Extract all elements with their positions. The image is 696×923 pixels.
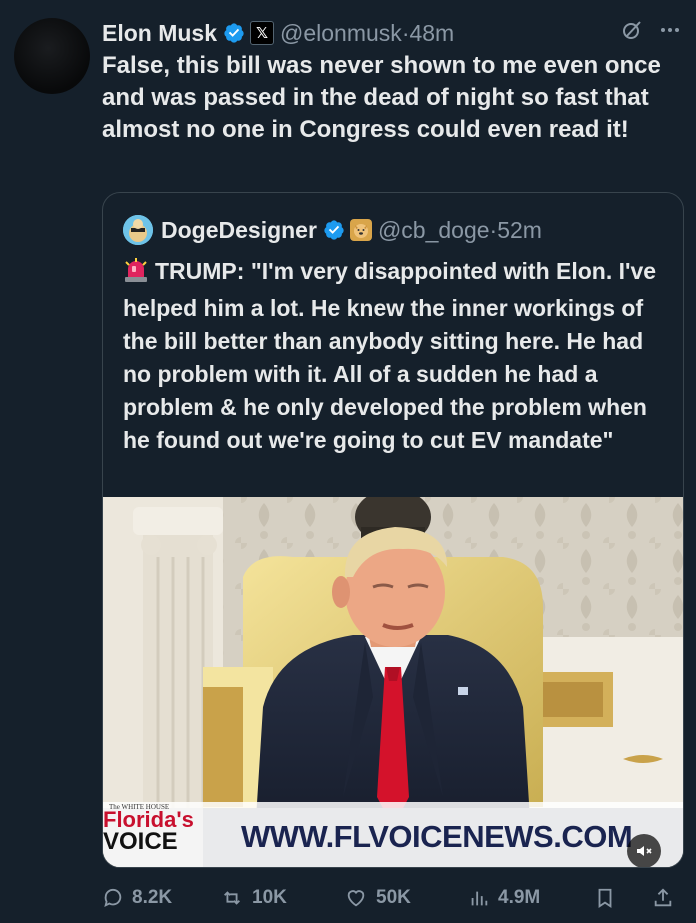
tweet-header: Elon Musk 𝕏 @elonmusk ·48m: [102, 16, 682, 50]
siren-icon: [123, 257, 149, 292]
quote-header: DogeDesigner @cb_doge ·52m: [123, 215, 673, 245]
grok-icon[interactable]: [620, 18, 644, 48]
quote-author-handle[interactable]: @cb_doge: [378, 217, 490, 244]
share-button[interactable]: [652, 886, 674, 910]
views-button[interactable]: 4.9M: [468, 887, 594, 909]
reply-button[interactable]: 8.2K: [102, 887, 220, 909]
doge-badge-icon: [349, 219, 372, 241]
author-name[interactable]: Elon Musk: [102, 20, 217, 47]
verified-badge-icon: [223, 22, 245, 44]
x-affiliate-badge-icon: 𝕏: [250, 21, 275, 45]
share-icon: [654, 888, 672, 907]
tweet-text: False, this bill was never shown to me e…: [102, 52, 661, 143]
quote-author-name[interactable]: DogeDesigner: [161, 217, 317, 244]
reply-icon: [104, 888, 122, 908]
quote-video[interactable]: The WHITE HOUSE Florida's VOICE WWW.FLVO…: [103, 497, 683, 867]
author-avatar[interactable]: [14, 18, 90, 94]
like-count: 50K: [376, 887, 411, 908]
repost-button[interactable]: 10K: [220, 887, 344, 909]
floridas-voice-logo: Florida's VOICE: [103, 809, 201, 855]
repost-icon: [224, 891, 240, 905]
quote-text: TRUMP: "I'm very disappointed with Elon.…: [123, 258, 657, 453]
like-button[interactable]: 50K: [344, 887, 468, 909]
reply-count: 8.2K: [132, 887, 173, 908]
action-bar: 8.2K 10K 50K 4.9M: [102, 876, 682, 920]
quote-verified-badge-icon: [323, 219, 345, 241]
bookmark-button[interactable]: [594, 886, 652, 910]
logo-line2: VOICE: [103, 828, 178, 855]
author-handle[interactable]: @elonmusk: [280, 20, 402, 47]
quoted-tweet[interactable]: DogeDesigner @cb_doge ·52m TRUMP: "I'm v…: [102, 192, 684, 868]
url-banner: WWW.FLVOICENEWS.COM: [241, 819, 633, 854]
quote-author-avatar[interactable]: [123, 215, 153, 245]
quote-text-block: TRUMP: "I'm very disappointed with Elon.…: [123, 255, 663, 457]
repost-count: 10K: [252, 887, 287, 908]
mute-button[interactable]: [627, 834, 661, 867]
views-icon: [471, 891, 488, 906]
quote-time[interactable]: ·52m: [490, 217, 542, 244]
view-count: 4.9M: [498, 887, 541, 908]
more-options-icon[interactable]: [658, 18, 682, 48]
muted-speaker-icon: [637, 846, 652, 856]
heart-icon: [347, 890, 365, 907]
tweet-time[interactable]: ·48m: [402, 20, 454, 47]
bookmark-icon: [598, 888, 612, 908]
